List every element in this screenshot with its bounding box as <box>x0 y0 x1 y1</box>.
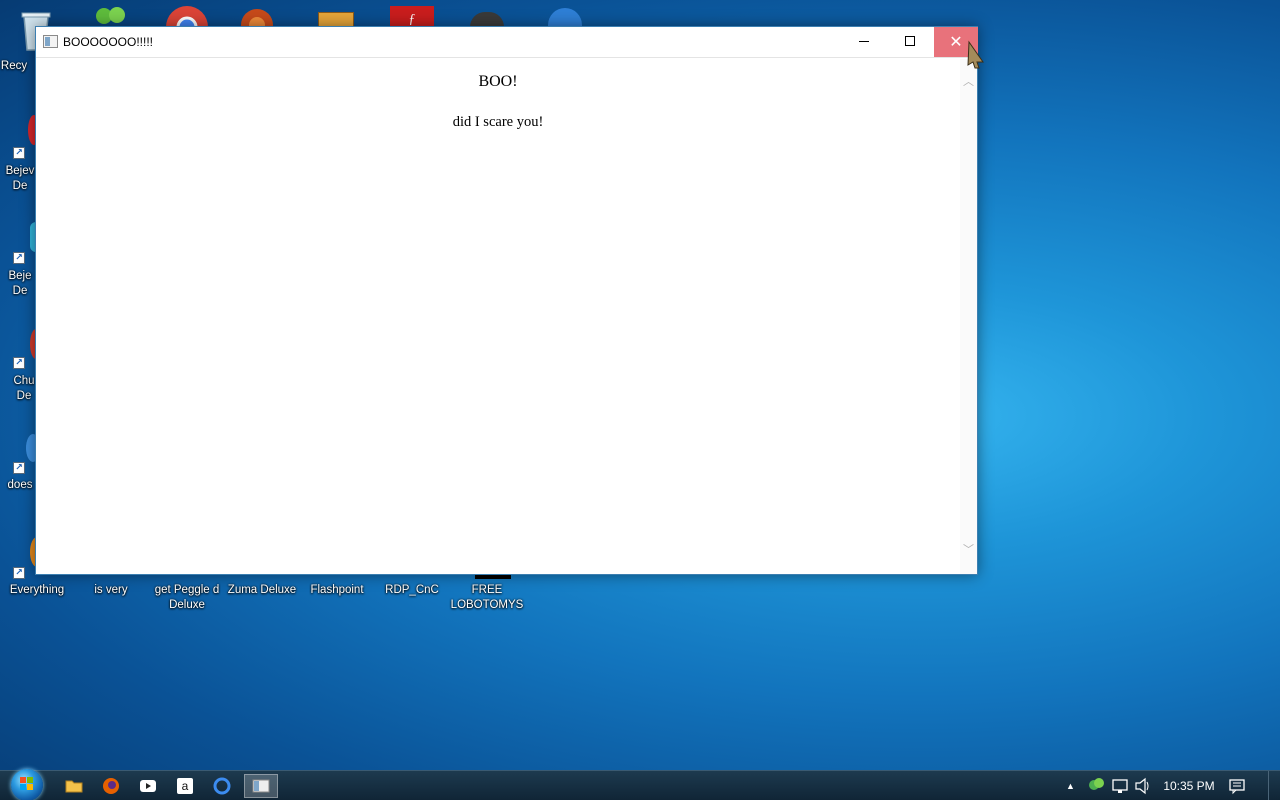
desktop-icon-peggle[interactable]: get Peggle d Deluxe <box>149 570 225 615</box>
notification-icon[interactable] <box>1228 771 1246 800</box>
maximize-icon <box>905 36 915 46</box>
window-app-icon <box>43 35 58 48</box>
show-hidden-icon[interactable]: ▲ <box>1066 771 1078 800</box>
scroll-down-icon[interactable]: ﹀ <box>963 544 974 555</box>
minimize-button[interactable] <box>841 27 887 57</box>
maximize-button[interactable] <box>887 27 933 57</box>
minimize-icon <box>859 41 869 42</box>
dark-app-icon <box>470 12 504 27</box>
desktop-icon-rdp-cnc[interactable]: RDP_CnC <box>374 570 450 610</box>
file-explorer-icon <box>65 780 83 793</box>
desktop-icon-label: Zuma Deluxe <box>227 584 297 596</box>
firefox-icon <box>103 778 119 794</box>
taskbar-ie[interactable] <box>208 774 236 798</box>
taskbar-amazon[interactable]: a <box>171 774 199 798</box>
page-message: did I scare you! <box>452 114 544 130</box>
desktop-icon-zuma[interactable]: Zuma Deluxe <box>224 570 300 610</box>
folder-app-icon <box>318 12 354 27</box>
boo-window: BOOOOOOO!!!!! ✕ BOO! did I scare you! ︿ … <box>35 26 978 575</box>
desktop-icon-label: Everything <box>9 584 65 596</box>
shortcut-arrow-icon: ↗ <box>13 357 25 369</box>
desktop-icon-label: FREE LOBOTOMYS <box>450 584 524 611</box>
desktop-icon-label: RDP_CnC <box>385 584 439 596</box>
chrome-icon <box>165 5 209 27</box>
display-tray-icon[interactable] <box>1111 771 1129 800</box>
clock-time[interactable]: 10:35 PM <box>1161 771 1217 800</box>
taskbar: a ▲ 10:35 PM <box>0 769 1280 800</box>
taskbar-firefox[interactable] <box>97 774 125 798</box>
desktop-icon-is-very[interactable]: is very <box>73 570 149 610</box>
title-bar[interactable]: BOOOOOOO!!!!! ✕ <box>36 27 978 58</box>
scroll-up-icon[interactable]: ︿ <box>963 76 974 87</box>
volume-icon[interactable] <box>1134 771 1152 800</box>
flash-icon: ƒ <box>390 6 434 27</box>
youtube-icon <box>140 780 156 792</box>
shortcut-arrow-icon: ↗ <box>13 252 25 264</box>
ie-icon <box>213 777 231 795</box>
shortcut-arrow-icon: ↗ <box>13 462 25 474</box>
mouse-cursor-icon <box>967 40 984 69</box>
desktop-icon-label: Flashpoint <box>310 584 364 596</box>
taskbar-file-explorer[interactable] <box>60 774 88 798</box>
show-desktop-button[interactable] <box>1268 771 1280 800</box>
desktop-icon-flashpoint[interactable]: Flashpoint <box>299 570 375 610</box>
network-tray-icon[interactable] <box>1088 771 1106 800</box>
taskbar-boo-window[interactable] <box>244 774 278 798</box>
vertical-scrollbar[interactable]: ︿ ﹀ <box>960 59 977 574</box>
orange-app-icon <box>240 8 274 27</box>
window-content: BOO! did I scare you! <box>36 59 960 574</box>
desktop-icon-label: is very <box>94 584 128 596</box>
page-heading: BOO! <box>478 73 518 90</box>
shortcut-arrow-icon: ↗ <box>13 567 25 579</box>
shortcut-arrow-icon: ↗ <box>13 147 25 159</box>
windows-logo-icon <box>20 777 33 790</box>
users-icon <box>90 6 130 28</box>
taskbar-youtube[interactable] <box>134 774 162 798</box>
blue-app-icon <box>548 8 582 27</box>
svg-text:a: a <box>182 779 189 793</box>
close-icon: ✕ <box>949 32 963 51</box>
amazon-icon: a <box>177 778 193 794</box>
desktop-icon-free-lobotomys[interactable]: FREE LOBOTOMYS <box>449 570 525 615</box>
start-button[interactable] <box>7 769 45 800</box>
window-app-icon <box>252 779 270 793</box>
window-title: BOOOOOOO!!!!! <box>63 35 154 49</box>
desktop-icon-label: get Peggle d Deluxe <box>154 584 220 611</box>
